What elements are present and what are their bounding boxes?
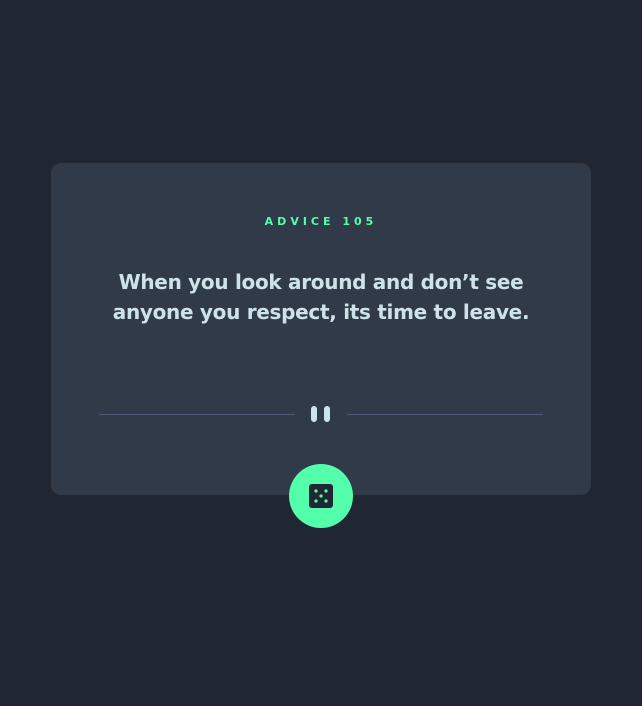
- pause-bar: [324, 406, 330, 422]
- dice-icon: [309, 484, 333, 508]
- advice-heading: Advice 105: [51, 215, 591, 228]
- advice-card: Advice 105 When you look around and don’…: [51, 163, 591, 495]
- pause-bar: [311, 406, 317, 422]
- divider: [99, 404, 543, 424]
- new-advice-button[interactable]: [289, 464, 353, 528]
- divider-line-left: [99, 414, 295, 415]
- divider-line-right: [347, 414, 543, 415]
- advice-quote: When you look around and don’t see anyon…: [112, 270, 530, 324]
- page: Advice 105 When you look around and don’…: [0, 0, 642, 706]
- pause-icon: [310, 406, 332, 422]
- advice-label: Advice: [264, 215, 335, 228]
- advice-number: 105: [342, 215, 378, 228]
